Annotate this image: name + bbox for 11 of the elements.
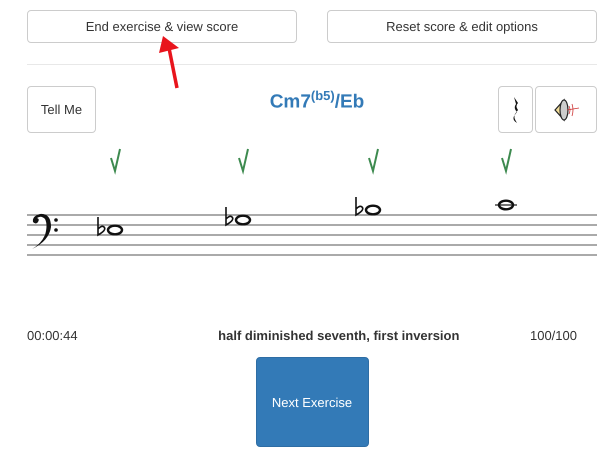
play-sound-button[interactable]: [535, 86, 597, 133]
score-text: 100/100: [530, 328, 577, 343]
chord-name: half diminished seventh, first inversion: [217, 328, 460, 343]
elapsed-time: 00:00:44: [27, 328, 78, 343]
end-exercise-button[interactable]: End exercise & view score: [27, 10, 297, 43]
tell-me-button[interactable]: Tell Me: [27, 86, 96, 133]
reset-score-button[interactable]: Reset score & edit options: [327, 10, 597, 43]
rest-icon: [512, 96, 520, 122]
bass-clef-icon: [32, 214, 58, 249]
chord-title: Cm7$^{(b5)}$/Eb: [268, 87, 366, 114]
next-exercise-button[interactable]: Next Exercise: [256, 357, 368, 447]
